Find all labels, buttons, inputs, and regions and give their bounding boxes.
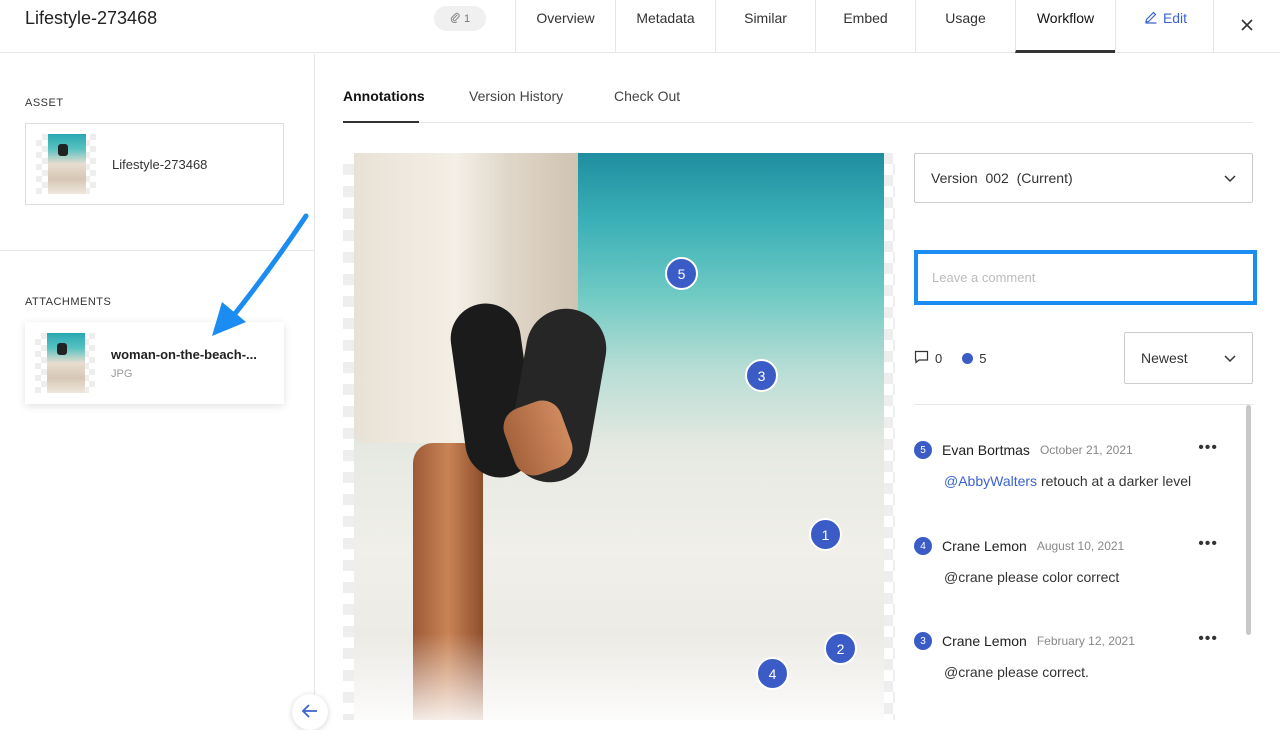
callout-arrow-icon (212, 213, 309, 336)
top-bar: Lifestyle-273468 1 Overview Metadata Sim… (0, 0, 1280, 53)
annotation-marker-2[interactable]: 2 (824, 632, 857, 665)
attachment-type: JPG (111, 367, 133, 380)
chevron-down-icon (1224, 170, 1236, 186)
annotation-marker-3[interactable]: 3 (745, 359, 778, 392)
attachment-count: 1 (463, 12, 471, 25)
annotation-count: 5 (979, 351, 987, 366)
attachment-thumbnail (35, 333, 95, 393)
paperclip-icon (450, 12, 461, 26)
edit-button[interactable]: Edit (1115, 0, 1215, 53)
comment-body: retouch at a darker level (1037, 473, 1192, 489)
asset-card[interactable]: Lifestyle-273468 (25, 123, 284, 205)
comment-input-wrapper (914, 250, 1257, 305)
comment-date: February 12, 2021 (1036, 634, 1135, 648)
comment-item: 3 Crane Lemon February 12, 2021 ••• @cra… (914, 630, 1234, 680)
more-options-icon[interactable]: ••• (1198, 630, 1218, 648)
comment-date: October 21, 2021 (1039, 443, 1133, 457)
attachment-count-badge[interactable]: 1 (434, 6, 486, 31)
comment-text: @crane please correct. (944, 664, 1089, 680)
comment-author: Crane Lemon (942, 538, 1027, 554)
version-status: (Current) (1016, 170, 1073, 186)
more-options-icon[interactable]: ••• (1198, 535, 1218, 553)
comment-date: August 10, 2021 (1036, 539, 1125, 553)
asset-title: Lifestyle-273468 (25, 8, 158, 28)
annotation-dot-icon (962, 353, 974, 364)
annotation-marker-4[interactable]: 4 (756, 657, 789, 690)
attachment-name: woman-on-the-beach-... (111, 346, 257, 362)
asset-section-label: ASSET (25, 97, 64, 109)
tab-embed[interactable]: Embed (815, 0, 915, 53)
comment-number: 5 (914, 441, 932, 459)
tab-usage[interactable]: Usage (915, 0, 1015, 53)
close-button[interactable] (1213, 0, 1280, 53)
image-detail-foam (354, 633, 884, 720)
sort-dropdown[interactable]: Newest (1124, 332, 1253, 384)
tab-workflow[interactable]: Workflow (1015, 0, 1115, 53)
more-options-icon[interactable]: ••• (1198, 439, 1218, 457)
sort-value: Newest (1141, 350, 1188, 366)
version-number: 002 (985, 170, 1009, 186)
comment-author: Evan Bortmas (942, 442, 1030, 458)
annotation-marker-5[interactable]: 5 (665, 257, 698, 290)
comment-list: 5 Evan Bortmas October 21, 2021 ••• @Abb… (914, 404, 1253, 720)
tab-metadata[interactable]: Metadata (615, 0, 715, 53)
asset-name: Lifestyle-273468 (112, 156, 208, 172)
comment-counts: 0 5 (914, 350, 986, 367)
subtab-check-out[interactable]: Check Out (614, 88, 680, 104)
asset-thumbnail (36, 134, 96, 194)
comment-list-scrollbar[interactable] (1246, 405, 1251, 635)
close-icon (1240, 15, 1254, 38)
edit-label: Edit (1162, 10, 1188, 26)
chevron-down-icon (1224, 350, 1236, 366)
speech-bubble-icon (914, 350, 929, 367)
pencil-icon (1144, 10, 1158, 27)
comment-text: @crane please color correct (944, 569, 1120, 585)
tab-similar[interactable]: Similar (715, 0, 815, 53)
annotation-canvas[interactable]: 5 3 1 2 4 (343, 153, 895, 720)
annotation-marker-1[interactable]: 1 (809, 518, 842, 551)
mention-link[interactable]: @AbbyWalters (944, 473, 1037, 489)
arrow-left-icon (301, 702, 318, 723)
version-dropdown[interactable]: Version 002 (Current) (914, 153, 1253, 203)
comment-input[interactable] (918, 254, 1253, 301)
attachments-section-label: ATTACHMENTS (25, 296, 112, 308)
workflow-subtabs: Annotations Version History Check Out (343, 78, 1253, 123)
tab-overview[interactable]: Overview (515, 0, 615, 53)
comment-item: 5 Evan Bortmas October 21, 2021 ••• @Abb… (914, 439, 1234, 489)
main-tabs: Overview Metadata Similar Embed Usage Wo… (515, 0, 1215, 53)
active-subtab-indicator (343, 121, 419, 123)
collapse-sidebar-button[interactable] (292, 694, 328, 730)
comment-number: 4 (914, 537, 932, 555)
subtab-version-history[interactable]: Version History (469, 88, 563, 104)
comment-item: 4 Crane Lemon August 10, 2021 ••• @crane… (914, 535, 1234, 585)
comment-author: Crane Lemon (942, 633, 1027, 649)
version-label: Version (931, 170, 978, 186)
comment-number: 3 (914, 632, 932, 650)
comment-count: 0 (935, 351, 943, 366)
sidebar: ASSET Lifestyle-273468 ATTACHMENTS woman… (0, 54, 315, 720)
version-value: Version 002 (Current) (931, 170, 1073, 186)
subtab-annotations[interactable]: Annotations (343, 88, 425, 104)
comment-text: @AbbyWalters retouch at a darker level (944, 473, 1234, 489)
